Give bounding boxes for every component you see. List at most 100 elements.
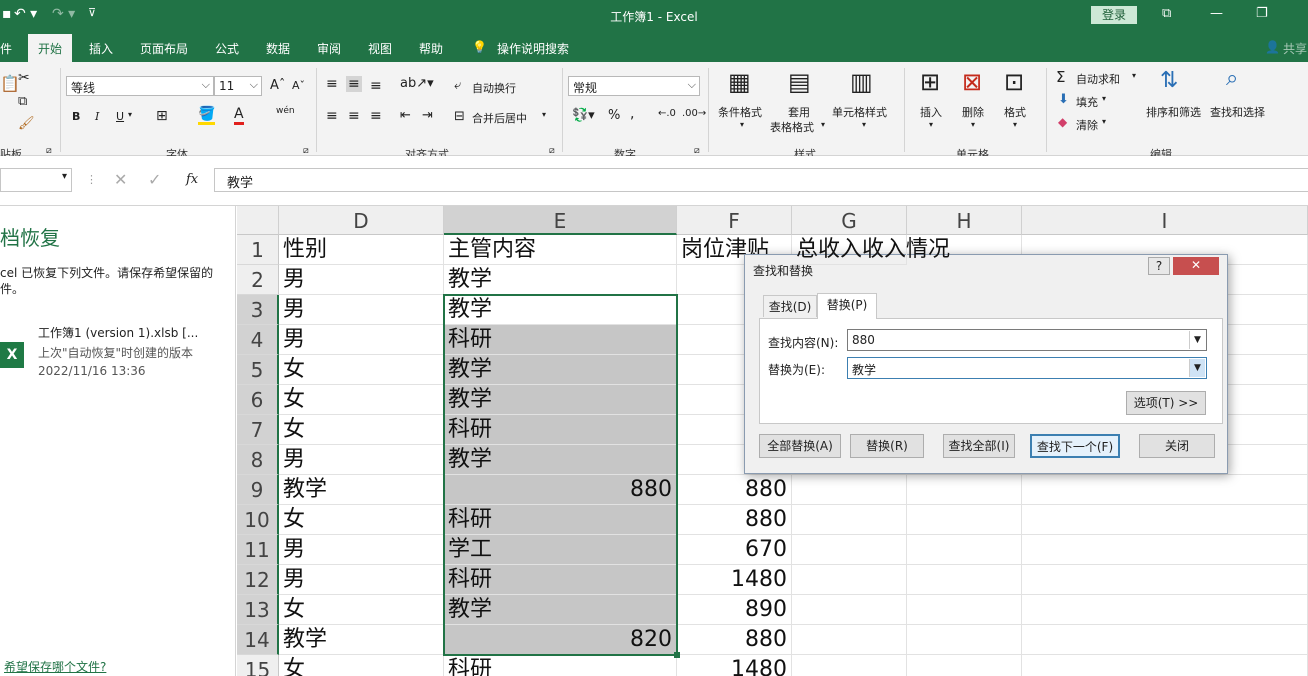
phonetic-guide-button[interactable]: wén	[276, 106, 295, 116]
align-right-icon[interactable]: ≡	[370, 108, 382, 124]
cell-i10[interactable]	[1022, 505, 1308, 535]
increase-decimal-icon[interactable]: ←.0	[658, 108, 676, 119]
restore-icon[interactable]: ❐	[1256, 6, 1268, 21]
cell-g11[interactable]	[792, 535, 907, 565]
cell-e3[interactable]: 教学	[444, 295, 677, 325]
cell-i14[interactable]	[1022, 625, 1308, 655]
underline-button[interactable]: U	[116, 110, 124, 123]
align-left-icon[interactable]: ≡	[326, 108, 338, 124]
increase-font-icon[interactable]: Aˆ	[270, 78, 285, 93]
font-color-button[interactable]: A	[234, 106, 244, 125]
name-box[interactable]: ▾	[0, 168, 72, 192]
replace-all-button[interactable]: 全部替换(A)	[759, 434, 841, 458]
column-header-e[interactable]: E	[444, 206, 677, 235]
autosum-button[interactable]: 自动求和	[1076, 71, 1120, 87]
bold-button[interactable]: B	[72, 110, 80, 123]
tab-view[interactable]: 视图	[368, 40, 392, 57]
orientation-icon[interactable]: ab↗▾	[400, 76, 434, 91]
accounting-format-icon[interactable]: 💱▾	[572, 108, 595, 123]
format-as-table-label-1[interactable]: 套用	[788, 104, 810, 120]
cell-e6[interactable]: 教学	[444, 385, 677, 415]
align-center-icon[interactable]: ≡	[348, 108, 360, 124]
font-name-select[interactable]: 等线 ⌵	[66, 76, 214, 96]
chevron-down-icon[interactable]: ▾	[542, 110, 546, 119]
find-next-button[interactable]: 查找下一个(F)	[1030, 434, 1120, 458]
row-header[interactable]: 7	[237, 415, 279, 445]
recovered-file-name[interactable]: 工作簿1 (version 1).xlsb [...	[38, 324, 198, 341]
comma-button[interactable]: ,	[630, 106, 634, 122]
chevron-down-icon[interactable]: ▾	[1132, 71, 1136, 80]
cell-d9[interactable]: 教学	[279, 475, 444, 505]
enter-icon[interactable]: ✓	[148, 170, 161, 189]
tab-help[interactable]: 帮助	[419, 40, 443, 57]
insert-function-button[interactable]: fx	[186, 172, 198, 187]
conditional-format-button[interactable]: 条件格式	[718, 104, 762, 120]
find-select-button[interactable]: 查找和选择	[1210, 104, 1265, 120]
fill-handle[interactable]	[674, 652, 680, 658]
cell-g15[interactable]	[792, 655, 907, 676]
column-header-d[interactable]: D	[279, 206, 444, 235]
tab-insert[interactable]: 插入	[89, 40, 113, 57]
cell-d2[interactable]: 男	[279, 265, 444, 295]
tell-me-search[interactable]: 操作说明搜索	[497, 40, 569, 57]
cell-d3[interactable]: 男	[279, 295, 444, 325]
cell-i9[interactable]	[1022, 475, 1308, 505]
cell-e9[interactable]: 880	[444, 475, 677, 505]
align-middle-icon[interactable]: ≡	[346, 76, 362, 92]
minimize-icon[interactable]: —	[1210, 6, 1223, 21]
row-header[interactable]: 4	[237, 325, 279, 355]
row-header[interactable]: 1	[237, 235, 279, 265]
cell-h11[interactable]	[907, 535, 1022, 565]
cell-e14[interactable]: 820	[444, 625, 677, 655]
format-as-table-label-2[interactable]: 表格格式	[770, 119, 814, 135]
border-icon[interactable]: ⊞	[156, 108, 168, 124]
share-icon[interactable]: 👤	[1265, 40, 1280, 54]
decrease-indent-icon[interactable]: ⇤	[400, 108, 411, 123]
column-header-f[interactable]: F	[677, 206, 792, 235]
row-header[interactable]: 9	[237, 475, 279, 505]
column-header-h[interactable]: H	[907, 206, 1022, 235]
insert-button[interactable]: 插入	[920, 104, 942, 120]
chevron-down-icon[interactable]: ▾	[1102, 94, 1106, 103]
tab-review[interactable]: 审阅	[317, 40, 341, 57]
row-header[interactable]: 5	[237, 355, 279, 385]
cell-e13[interactable]: 教学	[444, 595, 677, 625]
which-files-link[interactable]: 希望保存哪个文件?	[4, 658, 106, 675]
cell-f13[interactable]: 890	[677, 595, 792, 625]
cell-f14[interactable]: 880	[677, 625, 792, 655]
cell-e4[interactable]: 科研	[444, 325, 677, 355]
cell-g10[interactable]	[792, 505, 907, 535]
cell-e11[interactable]: 学工	[444, 535, 677, 565]
chevron-down-icon[interactable]: ▼	[1189, 331, 1205, 349]
fill-button[interactable]: 填充	[1076, 94, 1098, 110]
cell-f9[interactable]: 880	[677, 475, 792, 505]
sort-filter-button[interactable]: 排序和筛选	[1146, 104, 1201, 120]
close-button[interactable]: 关闭	[1139, 434, 1215, 458]
row-header[interactable]: 13	[237, 595, 279, 625]
cell-f11[interactable]: 670	[677, 535, 792, 565]
row-header[interactable]: 15	[237, 655, 279, 676]
cell-g14[interactable]	[792, 625, 907, 655]
delete-button[interactable]: 删除	[962, 104, 984, 120]
cell-e12[interactable]: 科研	[444, 565, 677, 595]
cell-i11[interactable]	[1022, 535, 1308, 565]
number-launcher-icon[interactable]: ⧄	[694, 146, 700, 156]
tab-formulas[interactable]: 公式	[215, 40, 239, 57]
cell-e10[interactable]: 科研	[444, 505, 677, 535]
cell-i13[interactable]	[1022, 595, 1308, 625]
increase-indent-icon[interactable]: ⇥	[422, 108, 433, 123]
options-button[interactable]: 选项(T) >>	[1126, 391, 1206, 415]
row-header[interactable]: 14	[237, 625, 279, 655]
font-size-select[interactable]: 11 ⌵	[214, 76, 262, 96]
cell-d7[interactable]: 女	[279, 415, 444, 445]
cell-h9[interactable]	[907, 475, 1022, 505]
cell-g13[interactable]	[792, 595, 907, 625]
format-painter-icon[interactable]: 🖌	[18, 116, 35, 131]
chevron-down-icon[interactable]: ▾	[128, 110, 132, 119]
align-top-icon[interactable]: ≡	[326, 76, 338, 92]
cancel-icon[interactable]: ✕	[114, 170, 127, 189]
format-button[interactable]: 格式	[1004, 104, 1026, 120]
percent-button[interactable]: %	[608, 108, 620, 123]
cell-f10[interactable]: 880	[677, 505, 792, 535]
alignment-launcher-icon[interactable]: ⧄	[549, 146, 555, 156]
